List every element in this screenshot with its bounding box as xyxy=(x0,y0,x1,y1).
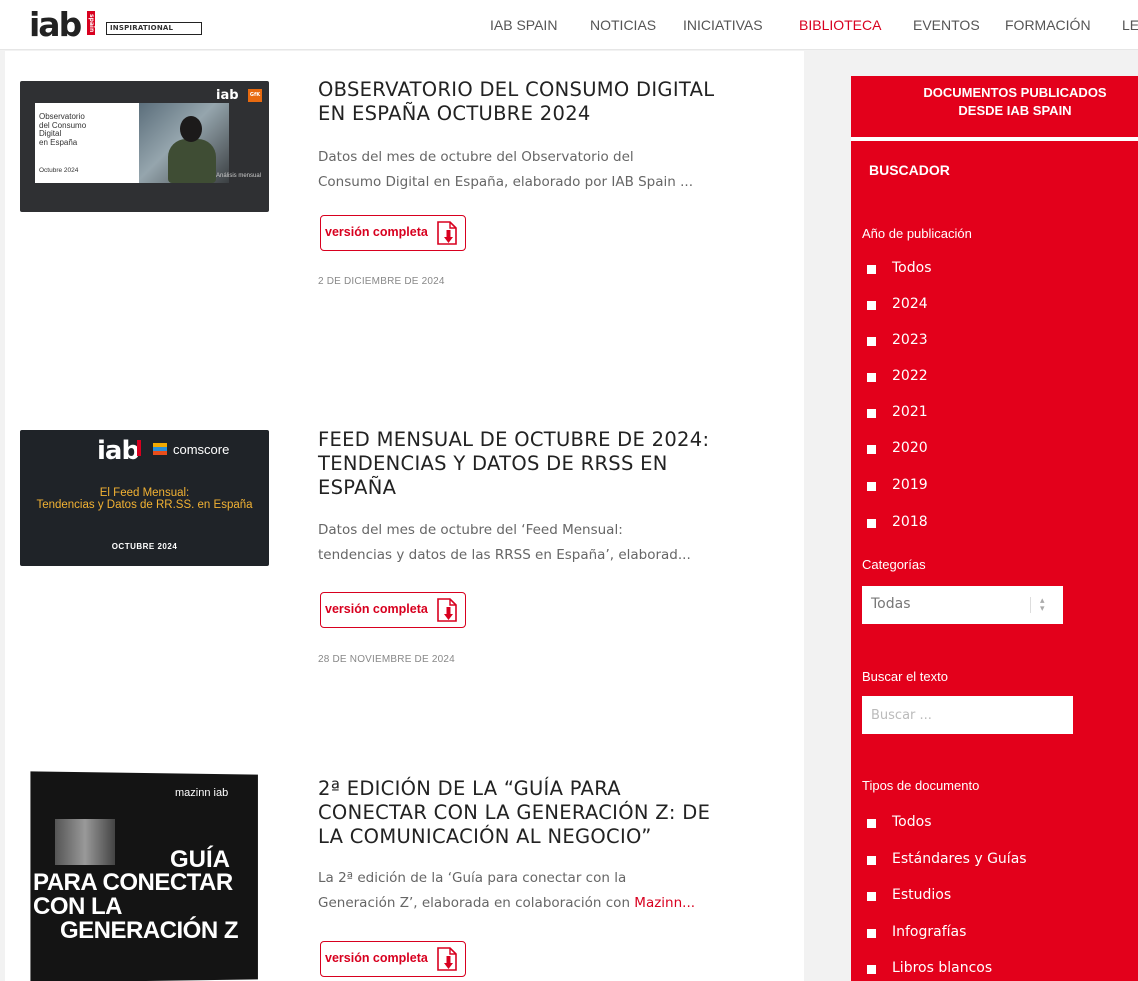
select-arrows-icon: ▴ ▾ xyxy=(1040,596,1045,614)
full-version-button[interactable]: versión completa xyxy=(320,941,466,977)
article-title[interactable]: OBSERVATORIO DEL CONSUMO DIGITAL EN ESPA… xyxy=(318,78,788,126)
thumb-person-head xyxy=(180,116,202,142)
comscore-icon xyxy=(153,443,167,455)
library-list: Observatorio del Consumo Digital en Espa… xyxy=(5,51,804,981)
thumb-label: Análisis mensual xyxy=(216,173,262,179)
thumb-line: PARA CONECTAR xyxy=(33,869,233,896)
download-pdf-icon xyxy=(437,221,457,245)
download-pdf-icon xyxy=(437,598,457,622)
search-text-label: Buscar el texto xyxy=(862,669,948,684)
article-thumbnail[interactable]: Observatorio del Consumo Digital en Espa… xyxy=(20,81,269,212)
nav-item-iniciativas[interactable]: INICIATIVAS xyxy=(683,17,763,33)
logo-spain-tag: spain xyxy=(87,11,95,35)
nav-item-biblioteca[interactable]: BIBLIOTECA xyxy=(799,17,881,33)
thumb-line: GENERACIÓN Z xyxy=(60,917,239,944)
article-thumbnail[interactable]: mazinn iab GUÍA PARA CONECTAR CON LA GEN… xyxy=(20,761,269,981)
doc-types-label: Tipos de documento xyxy=(862,778,980,793)
sidebar-divider xyxy=(851,137,1138,141)
logo-text: iab xyxy=(29,5,82,44)
checkbox[interactable] xyxy=(867,301,876,310)
checkbox[interactable] xyxy=(867,965,876,974)
categories-label: Categorías xyxy=(862,557,926,572)
thumb-person xyxy=(168,139,216,183)
article-date: 28 DE NOVIEMBRE DE 2024 xyxy=(318,654,455,665)
full-version-button[interactable]: versión completa xyxy=(320,215,466,251)
article-thumbnail[interactable]: iab comscore El Feed Mensual: Tendencias… xyxy=(20,430,269,566)
nav-item-le[interactable]: LE xyxy=(1122,17,1138,33)
full-version-button[interactable]: versión completa xyxy=(320,592,466,628)
thumb-brand-mark xyxy=(137,440,141,456)
partner-link[interactable]: Mazinn... xyxy=(634,895,695,911)
article-description: Datos del mes de octubre del ‘Feed Mensu… xyxy=(318,522,691,563)
article-date: 2 DE DICIEMBRE DE 2024 xyxy=(318,276,445,287)
thumb-brand: iab xyxy=(216,88,239,103)
checkbox[interactable] xyxy=(867,482,876,491)
nav-item-formacion[interactable]: FORMACIÓN xyxy=(1005,17,1091,33)
article-description: La 2ª edición de la ‘Guía para conectar … xyxy=(318,870,696,911)
thumb-line: CON LA xyxy=(33,893,123,920)
nav-item-noticias[interactable]: NOTICIAS xyxy=(590,17,656,33)
thumb-title: El Feed Mensual: Tendencias y Datos de R… xyxy=(36,487,253,511)
logo-badge: INSPIRATIONAL xyxy=(106,22,202,35)
sidebar-header-text: DOCUMENTOS PUBLICADOS DESDE IAB SPAIN xyxy=(923,85,1107,118)
thumb-photo xyxy=(55,819,115,865)
thumb-month: OCTUBRE 2024 xyxy=(111,542,178,551)
site-header: iab spain INSPIRATIONAL IAB SPAIN NOTICI… xyxy=(0,0,1138,50)
thumb-partner-logo: GfK xyxy=(248,89,262,102)
thumb-partner: comscore xyxy=(173,442,230,457)
thumb-card-title: Observatorio del Consumo Digital en Espa… xyxy=(39,112,87,147)
article-title[interactable]: 2ª EDICIÓN DE LA “GUÍA PARA CONECTAR CON… xyxy=(318,777,788,849)
checkbox[interactable] xyxy=(867,265,876,274)
nav-item-iab-spain[interactable]: IAB SPAIN xyxy=(490,17,557,33)
article-title[interactable]: FEED MENSUAL DE OCTUBRE DE 2024: TENDENC… xyxy=(318,428,788,500)
checkbox[interactable] xyxy=(867,409,876,418)
thumb-brand: iab xyxy=(97,436,140,466)
year-filter-label: Año de publicación xyxy=(862,226,972,241)
download-pdf-icon xyxy=(437,947,457,971)
checkbox[interactable] xyxy=(867,337,876,346)
article-description: Datos del mes de octubre del Observatori… xyxy=(318,149,694,190)
thumb-card-date: Octubre 2024 xyxy=(39,167,79,174)
checkbox[interactable] xyxy=(867,819,876,828)
checkbox[interactable] xyxy=(867,892,876,901)
search-input[interactable] xyxy=(862,696,1073,734)
categories-select[interactable]: Todas ▴ ▾ xyxy=(862,586,1063,624)
checkbox[interactable] xyxy=(867,929,876,938)
library-sidebar: DOCUMENTOS PUBLICADOS DESDE IAB SPAIN BU… xyxy=(851,76,1138,981)
checkbox[interactable] xyxy=(867,373,876,382)
checkbox[interactable] xyxy=(867,519,876,528)
thumb-brand: mazinn iab xyxy=(175,787,229,799)
sidebar-header: DOCUMENTOS PUBLICADOS DESDE IAB SPAIN xyxy=(851,76,1138,136)
search-heading: BUSCADOR xyxy=(869,162,950,178)
checkbox[interactable] xyxy=(867,445,876,454)
nav-item-eventos[interactable]: EVENTOS xyxy=(913,17,980,33)
checkbox[interactable] xyxy=(867,856,876,865)
